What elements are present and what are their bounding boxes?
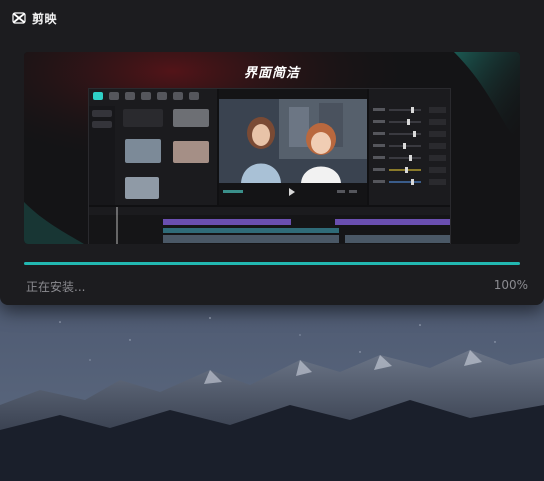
- media-thumbnail: [123, 109, 163, 127]
- install-status-text: 正在安装...: [26, 280, 86, 294]
- media-tab: [173, 92, 183, 100]
- media-sidebar: [89, 106, 115, 205]
- media-tab: [109, 92, 119, 100]
- sidebar-item: [92, 121, 112, 128]
- inspector-row: [373, 155, 446, 161]
- sidebar-item: [92, 110, 112, 117]
- inspector-row: [373, 131, 446, 137]
- media-thumbnail: [125, 177, 159, 199]
- timeline-tracks: [89, 207, 450, 244]
- inspector-panel: [369, 89, 450, 205]
- media-tab: [157, 92, 167, 100]
- install-percent: 100%: [493, 278, 528, 292]
- player-frame-image: [219, 99, 367, 183]
- inspector-row: [373, 107, 446, 113]
- media-thumbnail: [173, 141, 209, 163]
- install-progress-bar: [24, 262, 520, 265]
- preview-title: 界面简洁: [243, 66, 300, 81]
- media-thumbnail: [173, 109, 209, 127]
- inspector-row: [373, 179, 446, 185]
- installer-window: 剪映 界面简洁 正在安装... 100%: [0, 0, 544, 305]
- editor-mockup: [88, 88, 451, 244]
- timeline-panel: [89, 207, 450, 244]
- video-player: [219, 89, 367, 205]
- media-tab: [189, 92, 199, 100]
- capcut-logo-icon: [12, 12, 26, 24]
- title-bar: 剪映: [12, 8, 57, 28]
- feature-preview: 界面简洁: [24, 52, 520, 244]
- inspector-row: [373, 167, 446, 173]
- install-progress-fill: [24, 262, 520, 265]
- media-tab: [125, 92, 135, 100]
- player-screen: [219, 99, 367, 183]
- media-panel: [89, 89, 217, 205]
- media-tabs: [93, 92, 199, 100]
- inspector-row: [373, 119, 446, 125]
- media-tab: [141, 92, 151, 100]
- inspector-row: [373, 143, 446, 149]
- media-tab: [93, 92, 103, 100]
- app-name: 剪映: [32, 11, 58, 26]
- player-controls: [223, 188, 357, 196]
- media-thumbnail: [125, 139, 161, 163]
